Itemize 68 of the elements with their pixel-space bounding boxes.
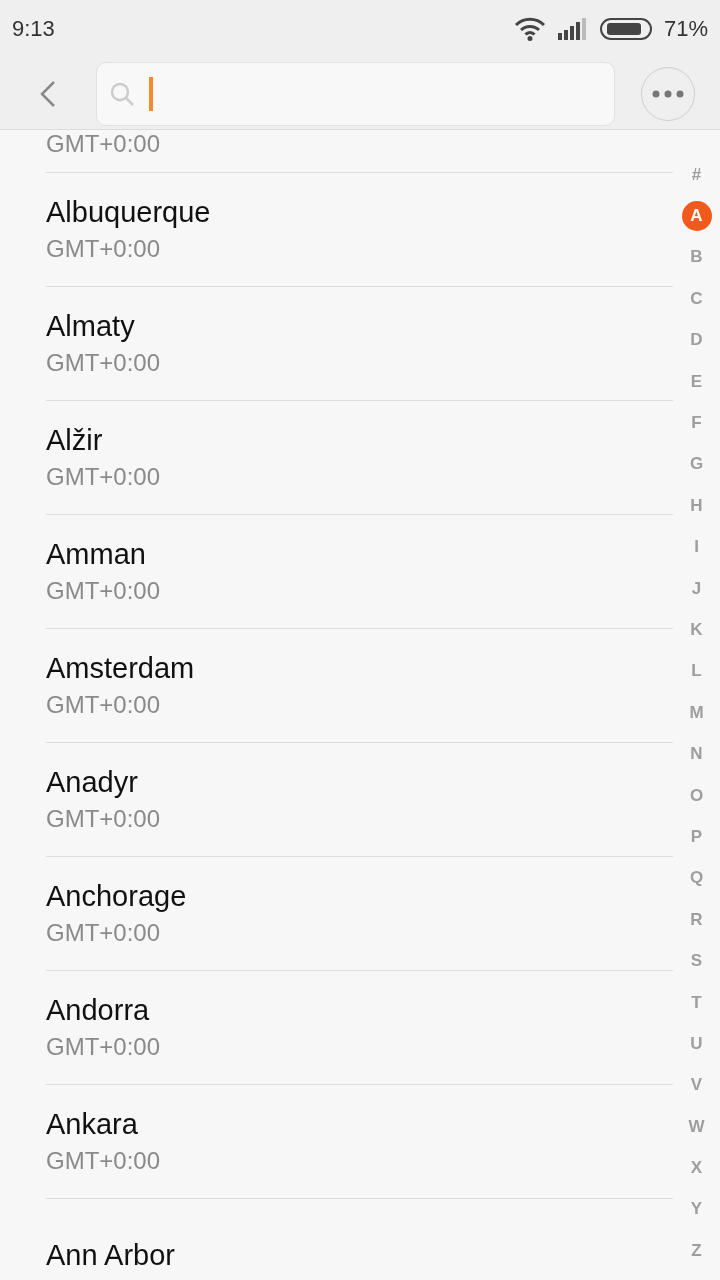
index-letter[interactable]: S	[681, 946, 712, 977]
battery-percent: 71%	[663, 16, 708, 42]
index-letter[interactable]: B	[681, 242, 712, 273]
index-letter[interactable]: L	[681, 656, 712, 687]
timezone-label: GMT+0:00	[46, 691, 162, 719]
index-letter[interactable]: V	[681, 1070, 712, 1101]
city-item[interactable]: Ankara GMT+0:00	[46, 1085, 673, 1199]
index-letter[interactable]: N	[681, 739, 712, 770]
index-letter[interactable]: K	[681, 615, 712, 645]
city-item[interactable]: Amsterdam GMT+0:00	[46, 629, 673, 743]
back-icon	[40, 79, 56, 108]
city-name: Anadyr	[46, 766, 139, 799]
city-name: Albuquerque	[46, 196, 212, 229]
timezone-label: GMT+0:00	[46, 130, 162, 158]
more-icon	[652, 89, 684, 98]
index-letter[interactable]: M	[681, 697, 712, 728]
city-item[interactable]: Ann Arbor	[46, 1199, 673, 1280]
index-letter[interactable]: E	[681, 366, 712, 397]
index-letter[interactable]: Y	[681, 1194, 712, 1225]
index-letter[interactable]: P	[681, 821, 712, 852]
index-letter[interactable]: R	[681, 904, 712, 935]
timezone-label: GMT+0:00	[46, 349, 162, 377]
index-letter[interactable]: Z	[681, 1235, 712, 1266]
timezone-label: GMT+0:00	[46, 463, 162, 491]
search-icon	[109, 80, 135, 107]
search-field[interactable]	[96, 61, 615, 126]
city-name: Almaty	[46, 310, 136, 343]
city-name: Andorra	[46, 994, 151, 1027]
index-letter[interactable]: X	[681, 1153, 712, 1184]
battery-icon	[599, 18, 652, 40]
timezone-label: GMT+0:00	[46, 805, 162, 833]
city-item[interactable]: Almaty GMT+0:00	[46, 287, 673, 401]
timezone-label: GMT+0:00	[46, 577, 162, 605]
city-item[interactable]: Anchorage GMT+0:00	[46, 857, 673, 971]
city-item[interactable]: Andorra GMT+0:00	[46, 971, 673, 1085]
index-letter[interactable]: U	[681, 1028, 712, 1059]
text-cursor	[149, 76, 153, 111]
index-letter[interactable]: O	[681, 780, 712, 811]
wifi-icon	[513, 17, 546, 41]
index-letter[interactable]: Q	[681, 863, 712, 894]
index-letter[interactable]: C	[681, 283, 712, 314]
city-item[interactable]: GMT+0:00	[46, 130, 673, 173]
index-letter[interactable]: T	[681, 987, 712, 1018]
city-item[interactable]: Alžir GMT+0:00	[46, 401, 673, 515]
index-letter[interactable]: A	[681, 201, 712, 232]
city-name: Anchorage	[46, 880, 188, 913]
timezone-label: GMT+0:00	[46, 1147, 162, 1175]
index-letter[interactable]: W	[681, 1111, 712, 1142]
index-letter[interactable]: I	[681, 532, 712, 563]
city-item[interactable]: Albuquerque GMT+0:00	[46, 173, 673, 287]
city-name: Amman	[46, 538, 147, 571]
city-item[interactable]: Anadyr GMT+0:00	[46, 743, 673, 857]
city-name: Ann Arbor	[46, 1239, 176, 1272]
index-letter[interactable]: #	[681, 159, 712, 190]
index-letter[interactable]: F	[681, 408, 712, 439]
index-letter[interactable]: D	[681, 325, 712, 356]
city-name: Amsterdam	[46, 652, 196, 685]
index-letter[interactable]: H	[681, 490, 712, 521]
index-letter[interactable]: J	[681, 573, 712, 604]
index-letter[interactable]: G	[681, 449, 712, 480]
timezone-label: GMT+0:00	[46, 235, 162, 263]
timezone-label: GMT+0:00	[46, 919, 162, 947]
status-time: 9:13	[12, 16, 56, 42]
city-name: Alžir	[46, 424, 104, 457]
city-name: Ankara	[46, 1108, 139, 1141]
city-item[interactable]: Amman GMT+0:00	[46, 515, 673, 629]
timezone-label: GMT+0:00	[46, 1033, 162, 1061]
signal-icon	[557, 18, 588, 40]
